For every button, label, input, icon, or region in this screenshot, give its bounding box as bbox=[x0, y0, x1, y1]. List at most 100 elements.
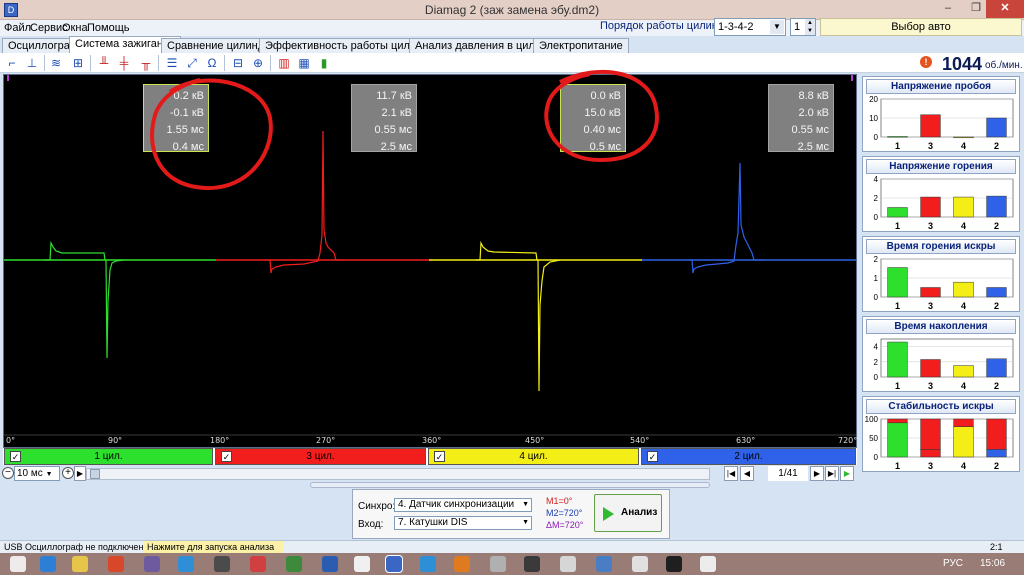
app-icon-15[interactable] bbox=[666, 556, 682, 572]
stat-chart-svg: 4 2 0 1 3 4 2 bbox=[874, 338, 1014, 391]
y-tick-label: 0 bbox=[874, 213, 879, 222]
input-select[interactable]: 7. Катушки DIS ▼ bbox=[394, 516, 532, 530]
stat-bar-unstable bbox=[920, 418, 941, 450]
checkbox[interactable]: ✓ bbox=[221, 451, 232, 462]
app-icon-1[interactable] bbox=[144, 556, 160, 572]
app-icon-14[interactable] bbox=[632, 556, 648, 572]
app-icon-3[interactable] bbox=[214, 556, 230, 572]
cylinder-4-bar[interactable]: ✓ 4 цил. bbox=[428, 448, 639, 465]
first-page-button[interactable]: |◀ bbox=[724, 466, 738, 481]
input-label: Вход: bbox=[358, 519, 384, 530]
clock: 15:06 bbox=[980, 558, 1006, 569]
stat-bar bbox=[920, 287, 941, 298]
x-category-label: 2 bbox=[994, 381, 999, 391]
stat-bar bbox=[953, 426, 974, 458]
stat-chart: Напряжение пробоя 20 10 0 1 3 4 2 bbox=[862, 76, 1020, 152]
stat-bar bbox=[986, 449, 1007, 458]
checkbox[interactable]: ✓ bbox=[434, 451, 445, 462]
prev-page-button[interactable]: ◀ bbox=[740, 466, 754, 481]
y-tick-label: 4 bbox=[874, 343, 879, 352]
folder-icon[interactable] bbox=[72, 556, 88, 572]
app-icon-11[interactable] bbox=[524, 556, 540, 572]
stat-chart: Стабильность искры 100 50 0 1 3 4 2 bbox=[862, 396, 1020, 472]
sync-select[interactable]: 4. Датчик синхронизации ▼ bbox=[394, 498, 532, 512]
cylinder-3-bar[interactable]: ✓ 3 цил. bbox=[215, 448, 426, 465]
usb-status: USB Осциллограф не подключен bbox=[4, 542, 144, 552]
play-button[interactable]: ▶ bbox=[840, 466, 854, 481]
y-tick-label: 10 bbox=[869, 114, 878, 123]
zoom-out-button[interactable]: − bbox=[2, 467, 14, 479]
chevron-down-icon: ▼ bbox=[522, 519, 529, 526]
cylinder-1-bar[interactable]: ✓ 1 цил. bbox=[4, 448, 213, 465]
y-tick-label: 0 bbox=[874, 293, 879, 302]
analyze-button[interactable]: Анализ bbox=[594, 494, 662, 532]
stat-bar bbox=[920, 359, 941, 378]
sync-label: Синхро: bbox=[358, 501, 396, 512]
x-category-label: 2 bbox=[994, 221, 999, 231]
app-icon-4[interactable] bbox=[250, 556, 266, 572]
x-category-label: 3 bbox=[928, 381, 933, 391]
cylinder-label: 2 цил. bbox=[734, 451, 763, 462]
stat-bar bbox=[986, 358, 1007, 378]
stat-bar bbox=[920, 449, 941, 458]
start-icon[interactable] bbox=[10, 556, 26, 572]
zoom-in-button[interactable]: + bbox=[62, 467, 74, 479]
chrome-icon[interactable] bbox=[108, 556, 124, 572]
app-icon-2[interactable] bbox=[178, 556, 194, 572]
panel-splitter[interactable] bbox=[310, 482, 710, 488]
x-category-label: 3 bbox=[928, 301, 933, 311]
marker-m2: M2=720° bbox=[546, 508, 583, 518]
next-page-button[interactable]: ▶ bbox=[810, 466, 824, 481]
app-icon-7[interactable] bbox=[354, 556, 370, 572]
last-page-button[interactable]: ▶| bbox=[825, 466, 839, 481]
stat-chart-title: Время накопления bbox=[866, 319, 1016, 334]
stat-chart: Напряжение горения 4 2 0 1 3 4 2 bbox=[862, 156, 1020, 232]
scroll-right-button[interactable]: ▶ bbox=[74, 466, 86, 481]
app-icon-9[interactable] bbox=[454, 556, 470, 572]
ratio-status: 2:1 bbox=[990, 542, 1003, 552]
timebase-value: 10 мс bbox=[17, 468, 43, 479]
horizontal-scrollbar[interactable] bbox=[86, 468, 710, 480]
red-circle-annotation bbox=[150, 78, 273, 191]
page-indicator: 1/41 bbox=[768, 466, 808, 481]
y-tick-label: 1 bbox=[874, 274, 879, 283]
stat-bar bbox=[953, 365, 974, 378]
scrollbar-thumb[interactable] bbox=[90, 469, 100, 479]
checkbox[interactable]: ✓ bbox=[10, 451, 21, 462]
x-category-label: 3 bbox=[928, 461, 933, 471]
y-tick-label: 100 bbox=[865, 415, 879, 424]
keyboard-language[interactable]: РУС bbox=[943, 558, 963, 569]
app-icon-12[interactable] bbox=[560, 556, 576, 572]
stat-bar bbox=[887, 267, 908, 298]
app-icon-10[interactable] bbox=[490, 556, 506, 572]
ie-icon[interactable] bbox=[40, 556, 56, 572]
stat-chart-svg: 4 2 0 1 3 4 2 bbox=[874, 175, 1014, 231]
cylinder-2-bar[interactable]: ✓ 2 цил. bbox=[641, 448, 856, 465]
stat-bar bbox=[887, 207, 908, 218]
y-tick-label: 4 bbox=[874, 175, 879, 184]
stat-bar bbox=[986, 287, 1007, 298]
app-icon-5[interactable] bbox=[286, 556, 302, 572]
app-icon-16[interactable] bbox=[700, 556, 716, 572]
status-bar: USB Осциллограф не подключен Нажмите для… bbox=[0, 540, 1024, 564]
stat-chart-title: Стабильность искры bbox=[866, 399, 1016, 414]
timebase-select[interactable]: 10 мс ▼ bbox=[14, 466, 60, 481]
x-category-label: 1 bbox=[895, 301, 900, 311]
stat-bar-unstable bbox=[887, 418, 908, 424]
app-icon-13[interactable] bbox=[596, 556, 612, 572]
diamag-taskbar-icon[interactable] bbox=[385, 555, 403, 573]
y-tick-label: 0 bbox=[874, 453, 879, 462]
y-tick-label: 2 bbox=[874, 358, 879, 367]
y-tick-label: 0 bbox=[874, 373, 879, 382]
app-icon-8[interactable] bbox=[420, 556, 436, 572]
input-value: 7. Катушки DIS bbox=[398, 517, 468, 528]
x-category-label: 1 bbox=[895, 381, 900, 391]
stat-chart-title: Напряжение горения bbox=[866, 159, 1016, 174]
checkbox[interactable]: ✓ bbox=[647, 451, 658, 462]
chevron-down-icon: ▼ bbox=[45, 471, 53, 478]
stat-bar bbox=[887, 136, 908, 138]
stat-chart: Время накопления 4 2 0 1 3 4 2 bbox=[862, 316, 1020, 392]
app-icon-6[interactable] bbox=[322, 556, 338, 572]
stat-chart-title: Напряжение пробоя bbox=[866, 79, 1016, 94]
stat-bar bbox=[887, 341, 908, 378]
